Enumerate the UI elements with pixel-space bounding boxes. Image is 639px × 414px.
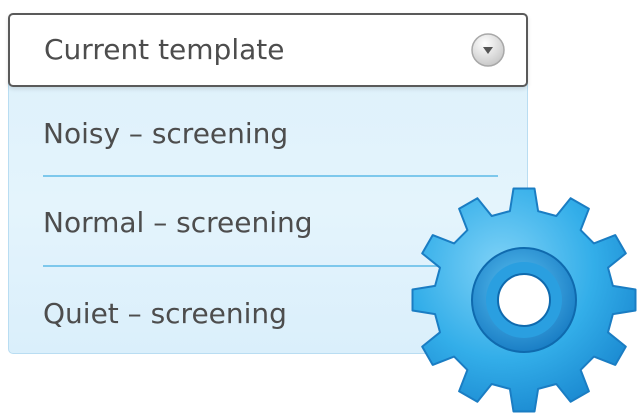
current-template-label: Current template xyxy=(44,33,285,66)
template-select[interactable]: Current template xyxy=(8,13,528,87)
gear-icon xyxy=(411,187,637,413)
template-selector-stage: Noisy – screening Normal – screening Qui… xyxy=(0,0,639,414)
option-divider xyxy=(43,175,498,177)
template-option-noisy[interactable]: Noisy – screening xyxy=(9,120,527,148)
chevron-down-icon[interactable] xyxy=(470,32,506,68)
